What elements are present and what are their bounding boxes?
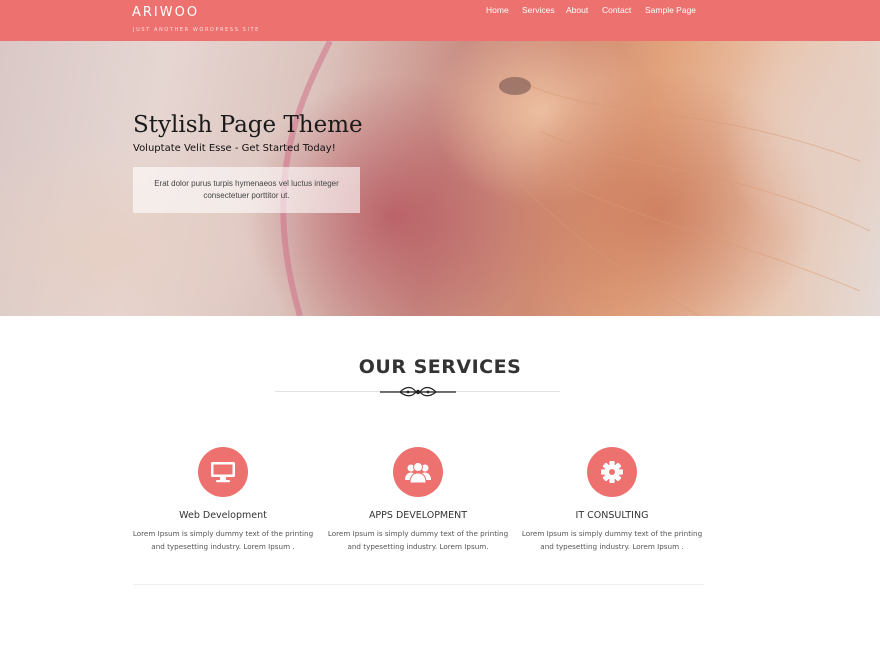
hero-subtitle: Voluptate Velit Esse - Get Started Today… — [133, 143, 336, 154]
hero-text-box: Erat dolor purus turpis hymenaeos vel lu… — [133, 167, 360, 213]
hero-banner: Stylish Page Theme Voluptate Velit Esse … — [0, 41, 880, 316]
nav-item-home[interactable]: Home — [486, 5, 509, 15]
service-it-consulting: IT CONSULTING Lorem Ipsum is simply dumm… — [517, 446, 707, 553]
ornament-divider-icon — [380, 386, 456, 397]
site-header: ARIWOO JUST ANOTHER WORDPRESS SITE Home … — [0, 0, 880, 41]
nav-item-sample-page[interactable]: Sample Page — [645, 5, 696, 15]
service-apps-development: APPS DEVELOPMENT Lorem Ipsum is simply d… — [323, 446, 513, 553]
service-description: Lorem Ipsum is simply dummy text of the … — [132, 529, 314, 551]
nav-item-contact[interactable]: Contact — [602, 5, 631, 15]
site-tagline: JUST ANOTHER WORDPRESS SITE — [133, 27, 260, 33]
users-icon[interactable] — [393, 447, 443, 497]
main-nav: Home Services About Contact Sample Page — [0, 5, 880, 19]
gear-icon[interactable] — [587, 447, 637, 497]
service-web-development: Web Development Lorem Ipsum is simply du… — [128, 446, 318, 553]
nav-item-about[interactable]: About — [566, 5, 588, 15]
service-description: Lorem Ipsum is simply dummy text of the … — [327, 529, 509, 551]
hero-background-image — [0, 41, 880, 316]
monitor-icon[interactable] — [198, 447, 248, 497]
service-description: Lorem Ipsum is simply dummy text of the … — [521, 529, 703, 551]
nav-item-services[interactable]: Services — [522, 5, 555, 15]
service-title: IT CONSULTING — [575, 510, 649, 521]
service-title: APPS DEVELOPMENT — [368, 510, 468, 521]
hero-title: Stylish Page Theme — [133, 112, 363, 138]
section-divider — [133, 584, 704, 585]
service-title: Web Development — [179, 510, 267, 521]
services-heading: OUR SERVICES — [358, 356, 522, 378]
